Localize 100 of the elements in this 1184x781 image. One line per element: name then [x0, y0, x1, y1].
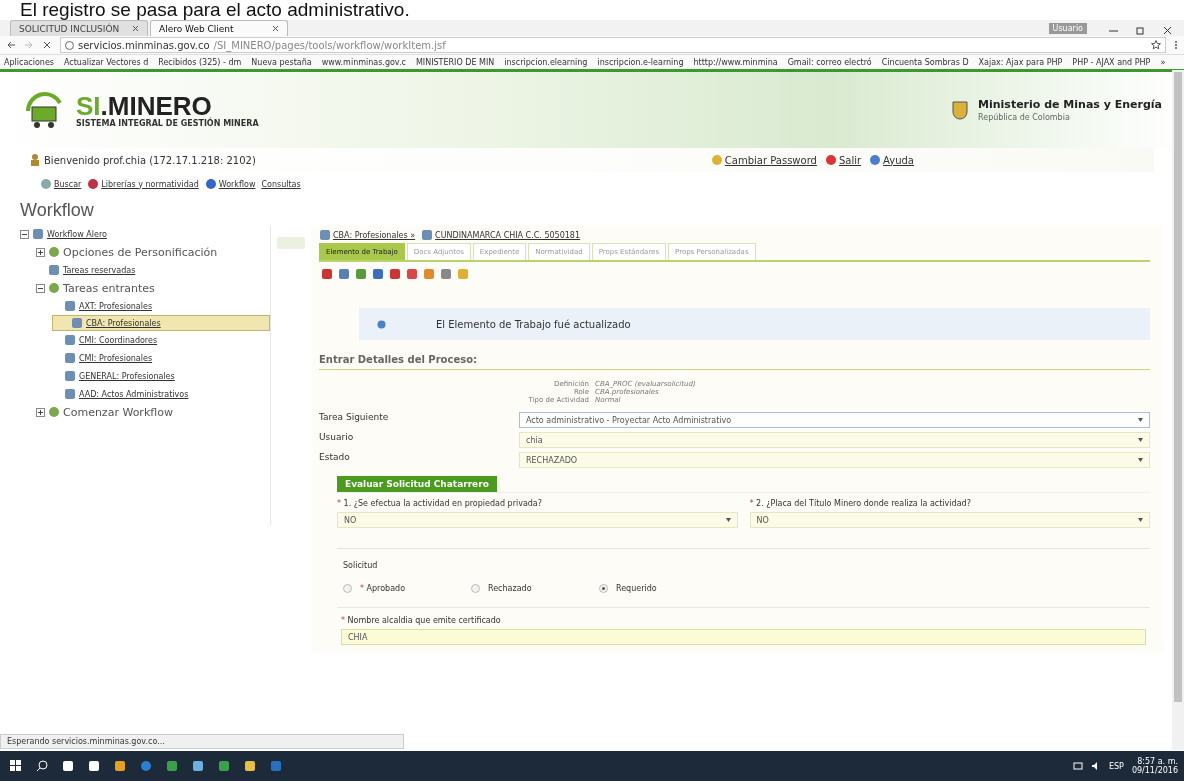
radio-button[interactable]	[471, 584, 480, 593]
user-link[interactable]: Cambiar Password	[710, 154, 817, 166]
breadcrumb-link[interactable]: CUNDINAMARCA CHIA C.C. 5050181	[421, 229, 581, 241]
tree-group-label[interactable]: Tareas entrantes	[63, 281, 155, 295]
field-label: Usuario	[319, 432, 355, 442]
tree-item[interactable]: GENERAL: Profesionales	[52, 367, 270, 385]
tree-link[interactable]: Tareas reservadas	[63, 265, 136, 275]
bookmark[interactable]: htttp://www.minmina	[693, 57, 778, 67]
bookmark[interactable]: Cincuenta Sombras D	[881, 57, 969, 67]
close-icon[interactable]	[1163, 26, 1172, 35]
toolbar-icon	[321, 268, 333, 280]
tree-group-label[interactable]: Comenzar Workflow	[63, 405, 173, 419]
select-field[interactable]: RECHAZADO	[519, 452, 1150, 468]
ministry-name: Ministerio de Minas y Energía	[978, 98, 1162, 111]
collapse-handle[interactable]	[277, 237, 305, 249]
logo-tagline: SISTEMA INTEGRAL DE GESTIÓN MINERA	[76, 118, 259, 128]
select-field[interactable]: chia	[519, 432, 1150, 448]
language-indicator[interactable]: ESP	[1108, 761, 1124, 771]
caret-icon	[1138, 458, 1143, 462]
collapse-icon[interactable]	[20, 229, 29, 239]
close-icon[interactable]	[132, 25, 139, 32]
tree-item[interactable]: Opciones de Personificación	[36, 243, 270, 261]
tree-link[interactable]: AXT: Profesionales	[79, 301, 153, 311]
toolbar-icon	[372, 268, 384, 280]
taskbar-app-icon	[88, 760, 100, 772]
tree-link[interactable]: CMI: Coordinadores	[79, 335, 158, 345]
caret-icon	[725, 518, 731, 522]
bookmark[interactable]: inscripcion.e-learning	[597, 57, 684, 67]
bookmark[interactable]: Aplicaciones	[4, 57, 54, 67]
question-label: * 1. ¿Se efectua la actividad en propiedad privada?	[337, 499, 543, 508]
radio-button[interactable]	[343, 584, 352, 593]
tree-link[interactable]: CMI: Profesionales	[79, 353, 153, 363]
tree-link[interactable]: GENERAL: Profesionales	[79, 371, 175, 381]
select-field[interactable]: Acto administrativo - Proyectar Acto Administrativo	[519, 412, 1150, 428]
tree-item[interactable]: CMI: Profesionales	[52, 349, 270, 367]
select-field[interactable]: NO	[749, 512, 1150, 528]
text-field[interactable]: CHIA	[341, 629, 1146, 645]
start-icon[interactable]	[10, 760, 22, 772]
back-icon[interactable]	[6, 40, 16, 50]
tree-link[interactable]: AAD: Actos Administrativos	[79, 389, 189, 399]
section-title: Entrar Detalles del Proceso:	[319, 350, 1150, 370]
stop-icon[interactable]	[42, 40, 52, 50]
collapse-icon[interactable]	[36, 283, 45, 293]
taskbar-app-icon	[62, 760, 74, 772]
restore-icon[interactable]	[1136, 26, 1145, 35]
star-icon[interactable]	[1151, 40, 1161, 50]
taskbar-app-icon	[166, 760, 178, 772]
field-label: * Nombre alcaldia que emite certificado	[341, 616, 502, 625]
close-icon[interactable]	[272, 25, 279, 32]
clock-date[interactable]: 09/11/2016	[1131, 766, 1178, 775]
user-link[interactable]: Ayuda	[869, 154, 914, 166]
message-text: El Elemento de Trabajo fué actualizado	[436, 318, 631, 330]
user-link[interactable]: Salir	[824, 154, 862, 166]
bookmark[interactable]: Recibidos (325) - dm	[158, 57, 242, 67]
breadcrumb-link[interactable]: CBA: Profesionales »	[319, 229, 416, 241]
tree-item[interactable]: AXT: Profesionales	[52, 297, 270, 315]
bookmark[interactable]: MINISTERIO DE MIN	[415, 57, 495, 67]
selected-tree-item[interactable]: CBA: Profesionales	[52, 315, 270, 331]
more-bookmarks[interactable]: »	[1160, 57, 1166, 67]
tree-link[interactable]: Workflow Alero	[47, 229, 107, 239]
tree-item[interactable]: Tareas entrantes	[36, 279, 270, 297]
bookmark[interactable]: Nueva pestaña	[251, 57, 312, 67]
bookmark[interactable]: www.minminas.gov.c	[321, 57, 406, 67]
toolbar-icon	[440, 268, 452, 280]
address-bar[interactable]: servicios.minminas.gov.co /SI_MINERO/pages/tools/workflow/workItem.jsf	[60, 37, 1166, 53]
caret-icon	[1138, 518, 1143, 522]
radio-label: Rechazado	[488, 584, 532, 593]
bookmark[interactable]: Gmail: correo electró	[787, 57, 872, 67]
tree-item[interactable]: Workflow Alero	[20, 225, 270, 243]
nav-link[interactable]: Consultas	[261, 178, 301, 190]
bookmark[interactable]: Xajax: Ajax para PHP	[978, 57, 1063, 67]
network-icon[interactable]	[1072, 761, 1083, 771]
browser-tab[interactable]: Alero Web Client	[150, 20, 288, 36]
coat-of-arms-icon	[950, 98, 970, 122]
radio-button[interactable]	[599, 584, 608, 593]
expand-icon[interactable]	[36, 247, 45, 257]
status-text: Esperando servicios.minminas.gov.co...	[0, 734, 404, 749]
tree-group-label[interactable]: Opciones de Personificación	[63, 245, 218, 259]
bookmark[interactable]: PHP - AJAX and PHP	[1072, 57, 1151, 67]
clock-time[interactable]: 8:57 a. m.	[1137, 757, 1178, 766]
toolbar-icon	[457, 268, 469, 280]
tree-item[interactable]: CMI: Coordinadores	[52, 331, 270, 349]
logo-text: SI.MINERO	[76, 92, 212, 119]
tree-link[interactable]: CBA: Profesionales	[86, 318, 161, 328]
bookmark[interactable]: Actualizar Vectores d	[64, 57, 149, 67]
browser-tab[interactable]: SOLICITUD INCLUSIÓN	[10, 20, 148, 36]
tree-item[interactable]: Tareas reservadas	[36, 261, 270, 279]
caret-icon	[1138, 438, 1143, 442]
nav-link[interactable]: Librerías y normatividad	[87, 178, 199, 190]
user-icon	[30, 154, 40, 166]
nav-link[interactable]: Buscar	[40, 178, 82, 190]
menu-icon[interactable]	[1174, 40, 1178, 50]
select-field[interactable]: NO	[337, 512, 738, 528]
tree-item[interactable]: Comenzar Workflow	[36, 403, 270, 421]
nav-link[interactable]: Workflow	[204, 178, 256, 190]
country-name: República de Colombia	[978, 113, 1070, 122]
expand-icon[interactable]	[36, 407, 45, 417]
tree-item[interactable]: AAD: Actos Administrativos	[52, 385, 270, 403]
scrollbar[interactable]	[1172, 70, 1184, 750]
bookmark[interactable]: inscripcion.elearning	[504, 57, 588, 67]
